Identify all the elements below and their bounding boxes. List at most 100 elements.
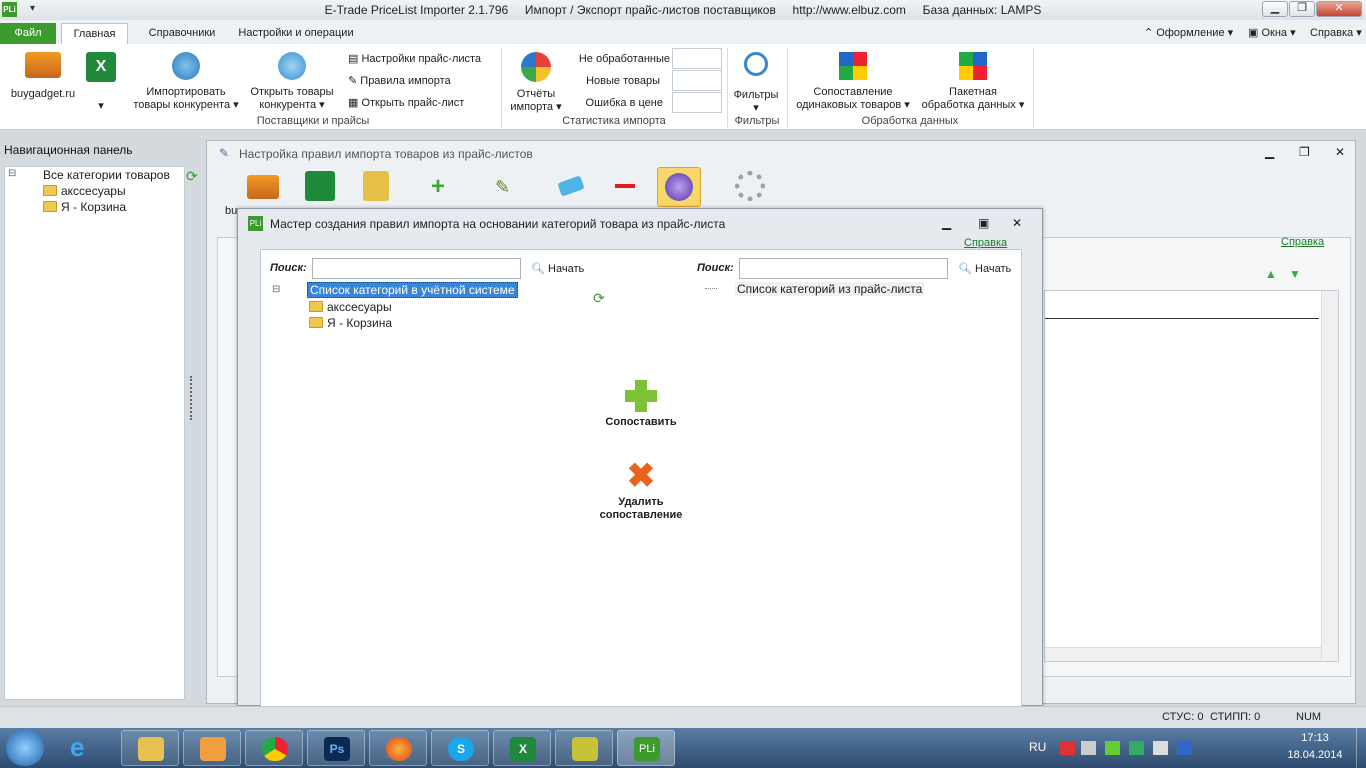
arrow-down-icon[interactable]: ▼: [1289, 267, 1301, 281]
left-tree-item-accessories[interactable]: акссесуары: [327, 300, 392, 314]
import-icon: [172, 52, 200, 80]
mdi-restore-button[interactable]: ❐: [1299, 145, 1310, 159]
remove-icon[interactable]: [615, 184, 635, 188]
open-pricelist-button[interactable]: ▦ Открыть прайс-лист: [348, 97, 464, 110]
tray-icons[interactable]: [1060, 741, 1210, 755]
taskbar-pricelist-importer[interactable]: PLi: [617, 730, 675, 766]
left-tree-item-cart[interactable]: Я - Корзина: [327, 316, 392, 330]
right-tree-root[interactable]: Список категорий из прайс-листа: [735, 282, 925, 296]
close-button[interactable]: ✕: [1316, 1, 1362, 17]
vertical-scrollbar[interactable]: [1321, 291, 1338, 661]
left-search-input[interactable]: [312, 258, 521, 279]
excel-icon[interactable]: [305, 171, 335, 201]
new-goods-count: [672, 70, 722, 91]
clear-icon[interactable]: [557, 175, 585, 197]
right-search-input[interactable]: [739, 258, 948, 279]
wizard-close-button[interactable]: ✕: [1012, 216, 1022, 230]
pricelist-settings-button[interactable]: ▤ Настройки прайс-листа: [348, 53, 481, 66]
settings-icon: ▤: [348, 53, 362, 65]
plus-icon: [625, 380, 657, 412]
window-title: E-Trade PriceList Importer 2.1.796 Импор…: [324, 3, 1042, 17]
buygadget-button[interactable]: buygadget.ru: [6, 52, 80, 101]
folder-icon: [43, 201, 57, 212]
left-search-button[interactable]: 🔍︎ Начать: [531, 262, 584, 275]
mdi-help-link[interactable]: Справка: [1281, 236, 1324, 248]
collapse-icon[interactable]: ⊟: [272, 284, 280, 295]
unprocessed-label: Не обработанные: [578, 53, 670, 65]
tree-root-all-categories[interactable]: Все категории товаров: [43, 168, 170, 182]
gear-icon[interactable]: [735, 171, 765, 201]
tab-home[interactable]: Главная: [61, 23, 128, 44]
wizard-content: Поиск: 🔍︎ Начать ⊟ Список категорий в уч…: [260, 249, 1022, 707]
add-icon[interactable]: +: [431, 173, 445, 201]
ribbon: buygadget.ru X ▾ Импортировать товары ко…: [0, 44, 1366, 130]
toolbar-truncated-label: bu: [225, 205, 238, 217]
import-rules-window-title: Настройка правил импорта товаров из прай…: [239, 147, 533, 161]
batch-processing-button[interactable]: Пакетная обработка данных ▾: [918, 52, 1028, 112]
import-competitor-button[interactable]: Импортировать товары конкурента ▾: [128, 52, 244, 112]
delete-compare-button[interactable]: ✖ Удалить сопоставление: [581, 457, 701, 522]
taskbar-firefox[interactable]: [369, 730, 427, 766]
tab-directories[interactable]: Справочники: [134, 23, 230, 44]
taskbar-chrome[interactable]: [245, 730, 303, 766]
open-competitor-button[interactable]: Открыть товары конкурента ▾: [246, 52, 338, 112]
folder-import-icon[interactable]: [363, 171, 389, 201]
group-filters-label: Фильтры: [734, 115, 780, 127]
tree-item-accessories[interactable]: акссесуары: [61, 184, 126, 198]
ie-icon[interactable]: e: [70, 734, 84, 760]
reports-button[interactable]: Отчёты импорта ▾: [506, 52, 566, 114]
windows-menu[interactable]: ▣ Окна ▾: [1248, 26, 1296, 39]
pli-icon: PLi: [634, 737, 660, 761]
compare-same-goods-button[interactable]: Сопоставление одинаковых товаров ▾: [790, 52, 916, 112]
excel-button[interactable]: X ▾: [84, 52, 118, 113]
group-processing-label: Обработка данных: [861, 115, 959, 127]
wizard-help-link[interactable]: Справка: [964, 237, 1007, 249]
appearance-menu[interactable]: ⌃ Оформление ▾: [1144, 26, 1233, 39]
pie-chart-icon: [521, 52, 551, 82]
taskbar-excel[interactable]: X: [493, 730, 551, 766]
taskbar-photoshop[interactable]: Ps: [307, 730, 365, 766]
photoshop-icon: Ps: [324, 737, 350, 761]
edit-icon[interactable]: ✎: [495, 177, 510, 198]
start-button[interactable]: [6, 730, 44, 766]
group-stats-label: Статистика импорта: [562, 115, 666, 127]
horizontal-scrollbar[interactable]: [1045, 647, 1321, 661]
tree-item-cart[interactable]: Я - Корзина: [61, 200, 126, 214]
delete-x-icon: ✖: [626, 457, 656, 495]
tab-settings-operations[interactable]: Настройки и операции: [236, 23, 356, 44]
folder-icon: [43, 185, 57, 196]
minimize-button[interactable]: ▁: [1262, 1, 1288, 17]
language-indicator[interactable]: RU: [1029, 740, 1046, 754]
wizard-button[interactable]: [657, 167, 701, 207]
taskbar-explorer[interactable]: [121, 730, 179, 766]
taskbar: e Ps S X PLi RU 17:13 18.04.2014: [0, 728, 1366, 768]
taskbar-skype[interactable]: S: [431, 730, 489, 766]
filters-button[interactable]: Фильтры ▾: [730, 52, 782, 115]
windows-icon: ▣: [1248, 27, 1262, 39]
refresh-icon[interactable]: ⟳: [593, 290, 605, 307]
taskbar-app[interactable]: [555, 730, 613, 766]
arrow-up-icon[interactable]: ▲: [1265, 267, 1277, 281]
show-desktop-button[interactable]: [1356, 728, 1366, 768]
refresh-icon[interactable]: ⟳: [186, 168, 198, 185]
import-rules-button[interactable]: ✎ Правила импорта: [348, 75, 451, 88]
truck-icon[interactable]: [247, 175, 279, 199]
left-tree-root[interactable]: Список категорий в учётной системе: [307, 282, 518, 298]
splitter-handle[interactable]: [190, 376, 196, 420]
right-search-label: Поиск:: [697, 262, 734, 274]
firefox-icon: [386, 737, 412, 761]
right-search-button[interactable]: 🔍︎ Начать: [958, 262, 1011, 275]
mdi-minimize-button[interactable]: ▁: [1265, 145, 1274, 159]
collapse-icon[interactable]: ⊟: [8, 168, 16, 179]
tab-file[interactable]: Файл: [0, 23, 56, 44]
maximize-button[interactable]: ❐: [1289, 1, 1315, 17]
wizard-minimize-button[interactable]: ▁: [942, 216, 951, 230]
globe-icon: [665, 173, 693, 201]
rubik-cube-icon-2: [959, 52, 987, 80]
compare-button[interactable]: Сопоставить: [591, 380, 691, 429]
help-menu[interactable]: Справка ▾: [1310, 26, 1362, 39]
truck-icon: [25, 52, 61, 78]
wizard-maximize-button[interactable]: ▣: [978, 216, 989, 230]
taskbar-media[interactable]: [183, 730, 241, 766]
mdi-close-button[interactable]: ✕: [1335, 145, 1345, 159]
